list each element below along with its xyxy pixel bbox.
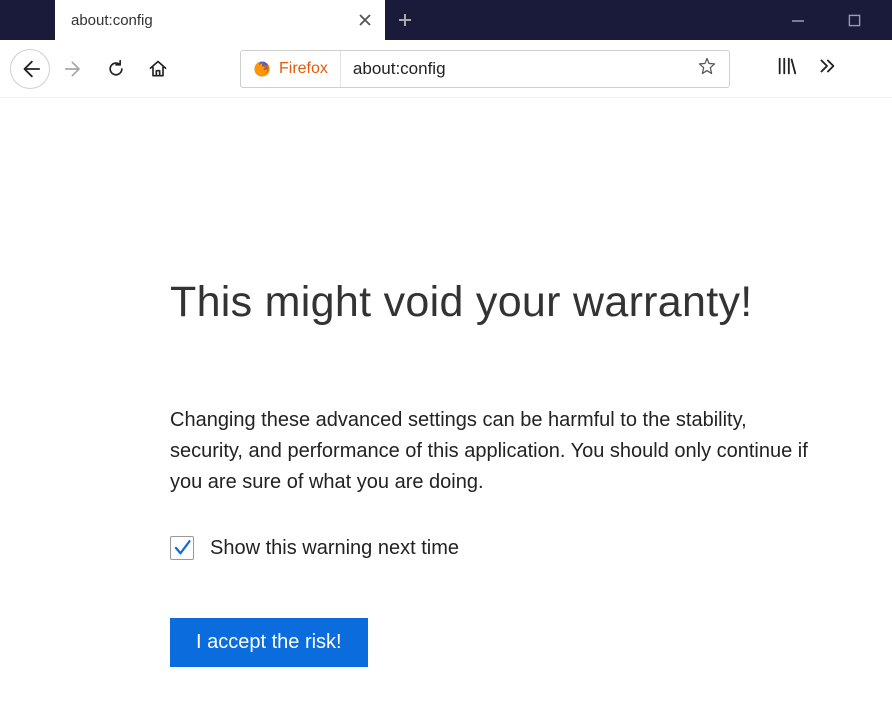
toolbar: Firefox about:config [0,40,892,98]
show-warning-checkbox-row: Show this warning next time [170,536,832,560]
close-tab-icon[interactable] [357,12,373,28]
back-button[interactable] [10,49,50,89]
tab-title: about:config [71,12,347,29]
address-bar[interactable]: Firefox about:config [240,50,730,88]
tab-spacer [0,0,55,40]
forward-button[interactable] [56,51,92,87]
tab-strip: about:config [0,0,788,40]
home-button[interactable] [140,51,176,87]
url-text: about:config [341,59,685,79]
show-warning-label: Show this warning next time [210,537,459,560]
new-tab-button[interactable] [385,0,425,40]
library-icon[interactable] [776,55,798,82]
warning-body: Changing these advanced settings can be … [170,405,810,498]
toolbar-right [776,55,838,82]
accept-risk-button[interactable]: I accept the risk! [170,618,368,667]
titlebar: about:config [0,0,892,40]
show-warning-checkbox[interactable] [170,536,194,560]
firefox-icon [253,60,271,78]
reload-button[interactable] [98,51,134,87]
content-area: This might void your warranty! Changing … [0,98,892,667]
maximize-button[interactable] [844,10,864,30]
minimize-button[interactable] [788,10,808,30]
browser-tab[interactable]: about:config [55,0,385,40]
identity-label: Firefox [279,60,328,78]
warning-headline: This might void your warranty! [170,278,832,327]
overflow-menu-icon[interactable] [816,55,838,82]
bookmark-star-icon[interactable] [685,56,729,81]
identity-box[interactable]: Firefox [241,51,341,87]
window-controls [788,0,892,40]
